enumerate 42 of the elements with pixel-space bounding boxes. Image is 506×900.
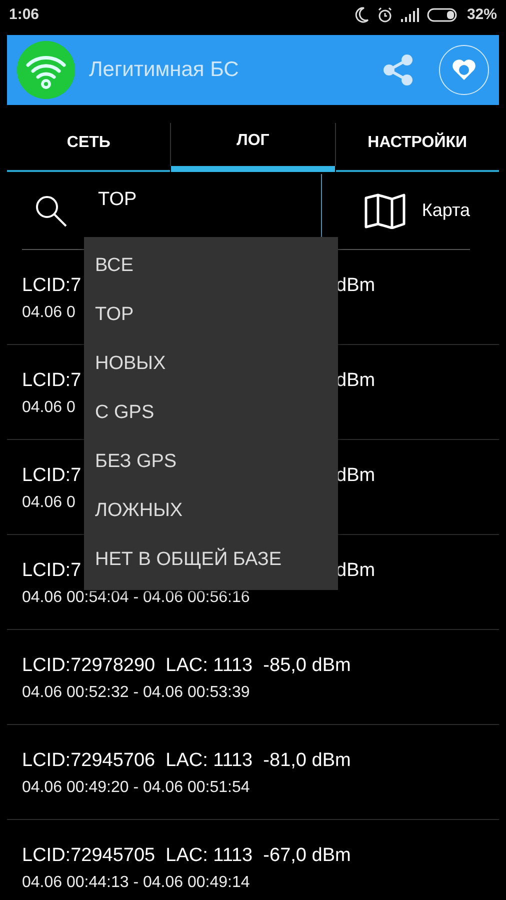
tab[interactable]: НАСТРОЙКИ xyxy=(336,115,499,172)
app-title: Легитимная БС xyxy=(89,57,239,84)
time-range: 04.06 0 xyxy=(22,494,76,511)
search-icon[interactable] xyxy=(34,194,68,228)
time-range: 04.06 00:49:20 - 04.06 00:51:54 xyxy=(22,779,250,796)
menu-item[interactable]: БЕЗ GPS xyxy=(84,437,338,486)
battery-percent: 32% xyxy=(466,4,497,25)
cell-info: LCID:7 xyxy=(22,464,82,488)
map-icon xyxy=(364,192,406,228)
cell-info: LCID:7 xyxy=(22,369,82,393)
time-range: 04.06 0 xyxy=(22,304,76,321)
cell-info: dBm xyxy=(336,275,376,296)
menu-item[interactable]: НЕТ В ОБЩЕЙ БАЗЕ xyxy=(84,535,338,584)
battery-icon xyxy=(426,8,459,22)
time-range: 04.06 0 xyxy=(22,399,76,416)
heart-coin-icon xyxy=(452,59,476,81)
cell-info: dBm xyxy=(336,465,376,486)
wifi-icon xyxy=(17,41,75,99)
donate-button[interactable] xyxy=(439,45,489,95)
menu-item[interactable]: ЛОЖНЫХ xyxy=(84,486,338,535)
menu-item[interactable]: С GPS xyxy=(84,388,338,437)
moon-icon xyxy=(354,7,369,23)
menu-item[interactable]: ВСЕ xyxy=(84,241,338,290)
cell-info: dBm xyxy=(336,560,376,581)
cell-info: LCID:72945705 LAC: 1113 -67,0 dBm xyxy=(22,845,351,866)
menu-item[interactable]: TOP xyxy=(84,290,338,339)
cell-info: LCID:72978290 LAC: 1113 -85,0 dBm xyxy=(22,655,351,676)
clock: 1:06 xyxy=(9,4,40,25)
time-range: 04.06 00:54:04 - 04.06 00:56:16 xyxy=(22,589,250,606)
alarm-icon xyxy=(376,7,393,23)
time-range: 04.06 00:52:32 - 04.06 00:53:39 xyxy=(22,684,250,701)
filter-dropdown[interactable]: TOP xyxy=(98,172,321,214)
menu-item[interactable]: НОВЫХ xyxy=(84,339,338,388)
cell-info: LCID:7 xyxy=(22,274,82,298)
share-icon[interactable] xyxy=(381,53,415,87)
cell-info: LCID:7 xyxy=(22,559,82,583)
cell-info: LCID:72945706 LAC: 1113 -81,0 dBm xyxy=(22,750,351,771)
cell-info: dBm xyxy=(336,370,376,391)
tab[interactable]: ЛОГ xyxy=(171,115,335,172)
time-range: 04.06 00:44:13 - 04.06 00:49:14 xyxy=(22,874,250,891)
signal-icon xyxy=(400,8,419,22)
map-button[interactable]: Карта xyxy=(364,192,470,228)
